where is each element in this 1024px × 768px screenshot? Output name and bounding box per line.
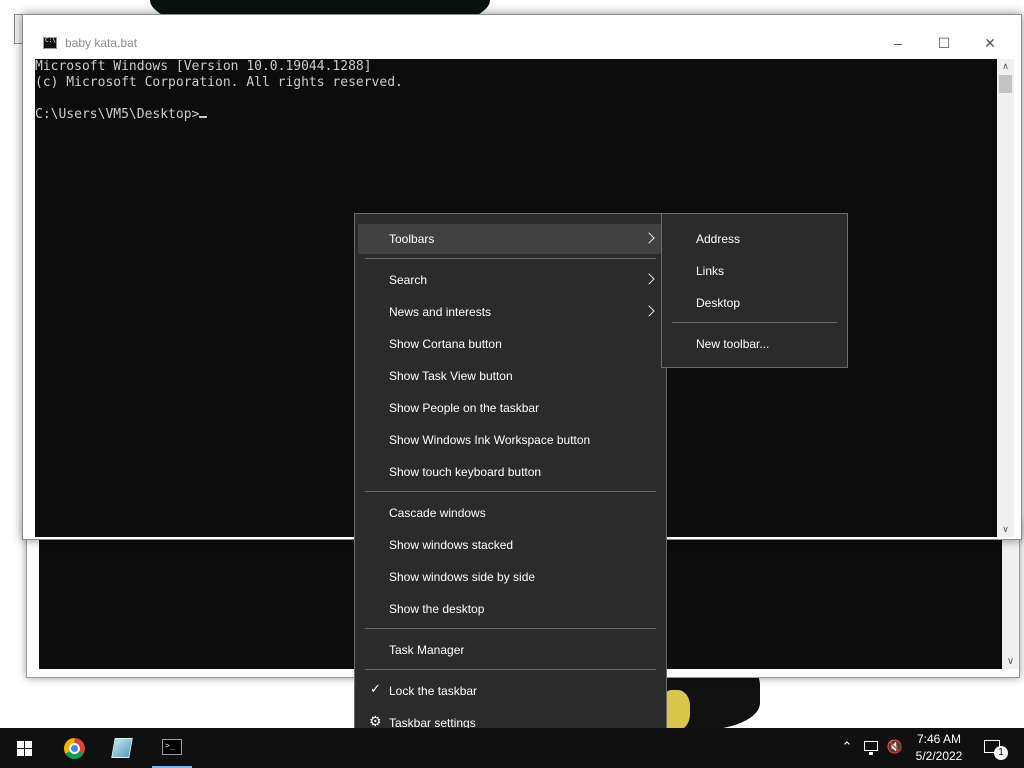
menu-separator [365, 258, 656, 259]
notepad-icon [111, 738, 133, 758]
taskbar-chrome-button[interactable] [50, 728, 98, 768]
menu-item-show-people[interactable]: Show People on the taskbar [358, 393, 663, 423]
network-button[interactable] [862, 728, 882, 768]
volume-muted-icon[interactable]: 🔇 [885, 728, 905, 768]
network-icon [864, 741, 878, 755]
taskbar-command-prompt-button[interactable] [148, 728, 196, 768]
menu-item-label: Task Manager [389, 643, 465, 657]
menu-separator [365, 491, 656, 492]
menu-item-task-manager[interactable]: Task Manager [358, 635, 663, 665]
menu-item-toolbars[interactable]: Toolbars [358, 224, 663, 254]
clock[interactable]: 7:46 AM 5/2/2022 [906, 728, 972, 768]
submenu-item-new-toolbar[interactable]: New toolbar... [665, 329, 844, 359]
menu-item-show-touch-keyboard[interactable]: Show touch keyboard button [358, 457, 663, 487]
menu-item-label: Search [389, 273, 428, 287]
menu-item-label: Show Task View button [389, 369, 513, 383]
window-title: baby kata.bat [65, 36, 138, 50]
menu-item-show-the-desktop[interactable]: Show the desktop [358, 594, 663, 624]
taskbar-notepad-button[interactable] [98, 728, 146, 768]
command-prompt-icon [162, 739, 182, 755]
submenu-item-desktop[interactable]: Desktop [665, 288, 844, 318]
menu-item-label: Show People on the taskbar [389, 401, 540, 415]
menu-item-label: Cascade windows [389, 506, 486, 520]
console-scrollbar[interactable]: ∧ ∨ [997, 59, 1014, 537]
taskbar[interactable]: ⌃ 🔇 7:46 AM 5/2/2022 1 [0, 728, 1024, 768]
menu-item-label: Show windows stacked [389, 538, 514, 552]
scroll-up-icon[interactable]: ∧ [997, 61, 1014, 72]
menu-item-label: Show the desktop [389, 602, 485, 616]
console-prompt: C:\Users\VM5\Desktop> [35, 107, 208, 123]
chevron-right-icon [643, 232, 655, 244]
maximize-button[interactable]: ☐ [921, 29, 967, 59]
submenu-item-label: New toolbar... [696, 337, 770, 351]
toolbars-submenu: Address Links Desktop New toolbar... [661, 213, 848, 368]
window-titlebar[interactable]: baby kata.bat – ☐ ✕ [35, 29, 1011, 59]
submenu-item-label: Desktop [696, 296, 741, 310]
start-button[interactable] [0, 728, 48, 768]
prompt-text: C:\Users\VM5\Desktop> [35, 107, 200, 122]
menu-item-cascade-windows[interactable]: Cascade windows [358, 498, 663, 528]
console-line: Microsoft Windows [Version 10.0.19044.12… [35, 59, 372, 74]
notification-count-badge: 1 [994, 746, 1008, 760]
taskbar-context-menu: Toolbars Search News and interests Show … [354, 213, 667, 747]
menu-item-label: Lock the taskbar [389, 684, 478, 698]
scrollbar-thumb[interactable] [999, 75, 1012, 93]
menu-item-show-task-view-button[interactable]: Show Task View button [358, 361, 663, 391]
background-console-scrollbar[interactable]: ∨ [1002, 537, 1019, 669]
submenu-item-links[interactable]: Links [665, 256, 844, 286]
menu-item-show-cortana-button[interactable]: Show Cortana button [358, 329, 663, 359]
command-prompt-icon [43, 37, 57, 49]
minimize-button[interactable]: – [875, 29, 921, 59]
clock-time: 7:46 AM [916, 732, 962, 746]
submenu-item-label: Address [696, 232, 741, 246]
chrome-icon [64, 738, 85, 759]
menu-item-label: Show windows side by side [389, 570, 536, 584]
menu-item-lock-the-taskbar[interactable]: ✓ Lock the taskbar [358, 676, 663, 706]
menu-item-label: Show Cortana button [389, 337, 502, 351]
scroll-down-icon[interactable]: ∨ [1002, 656, 1019, 667]
menu-item-show-windows-side-by-side[interactable]: Show windows side by side [358, 562, 663, 592]
menu-item-label: Show Windows Ink Workspace button [389, 433, 591, 447]
menu-separator [672, 322, 837, 323]
menu-item-label: Show touch keyboard button [389, 465, 542, 479]
menu-item-label: News and interests [389, 305, 492, 319]
menu-item-label: Toolbars [389, 232, 435, 246]
windows-start-icon [17, 741, 32, 756]
menu-item-show-windows-ink[interactable]: Show Windows Ink Workspace button [358, 425, 663, 455]
chevron-right-icon [643, 273, 655, 285]
scroll-down-icon[interactable]: ∨ [997, 524, 1014, 535]
console-line: (c) Microsoft Corporation. All rights re… [35, 75, 403, 90]
submenu-item-address[interactable]: Address [665, 224, 844, 254]
action-center-button[interactable]: 1 [980, 728, 1020, 768]
menu-item-search[interactable]: Search [358, 265, 663, 295]
text-cursor [199, 116, 208, 118]
close-button[interactable]: ✕ [967, 29, 1013, 59]
menu-separator [365, 669, 656, 670]
chevron-right-icon [643, 305, 655, 317]
show-hidden-icons-chevron-up-icon[interactable]: ⌃ [838, 728, 856, 768]
menu-item-news-and-interests[interactable]: News and interests [358, 297, 663, 327]
checkmark-icon: ✓ [370, 681, 381, 696]
menu-separator [365, 628, 656, 629]
submenu-item-label: Links [696, 264, 725, 278]
clock-date: 5/2/2022 [915, 749, 963, 763]
menu-item-show-windows-stacked[interactable]: Show windows stacked [358, 530, 663, 560]
